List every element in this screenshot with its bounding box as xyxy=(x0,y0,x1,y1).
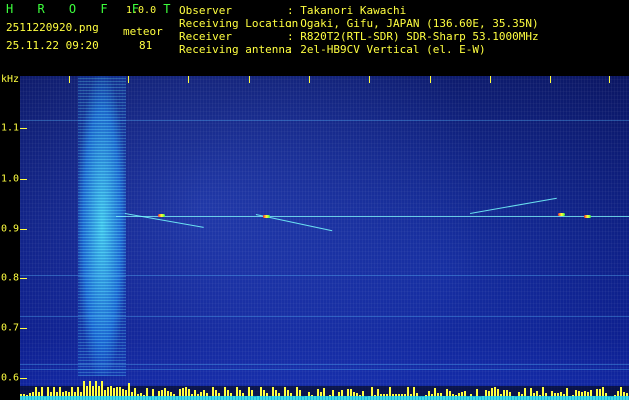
y-tick: 0.9 xyxy=(1,223,20,235)
y-grid-tick xyxy=(20,128,27,129)
background-line xyxy=(20,316,629,317)
x-grid-tick xyxy=(550,76,551,83)
noise-burst xyxy=(78,76,126,376)
x-grid-tick xyxy=(128,76,129,83)
location-label: Receiving Location xyxy=(179,17,299,30)
datetime: 25.11.22 09:20 xyxy=(6,39,99,52)
x-grid-tick xyxy=(309,76,310,83)
y-grid-tick xyxy=(20,229,27,230)
y-unit: kHz xyxy=(1,74,20,85)
background-line xyxy=(20,369,629,370)
y-tick: 1.1 xyxy=(1,122,20,134)
x-grid-tick xyxy=(188,76,189,83)
receiver-label: Receiver xyxy=(179,30,232,43)
carrier-line xyxy=(116,216,629,217)
y-tick: 0.8 xyxy=(1,272,20,284)
antenna-value: : 2el-HB9CV Vertical (el. E-W) xyxy=(287,43,486,56)
mode-label: meteor xyxy=(123,25,163,38)
observer-value: : Takanori Kawachi xyxy=(287,4,407,17)
y-grid-tick xyxy=(20,179,27,180)
amplitude-baseline xyxy=(20,396,629,400)
background-line xyxy=(20,364,629,365)
meteor-hit xyxy=(158,214,165,217)
x-grid-tick xyxy=(369,76,370,83)
meteor-hit xyxy=(558,213,565,216)
meteor-hit xyxy=(263,215,270,218)
y-tick: 1.0 xyxy=(1,173,20,185)
y-grid-tick xyxy=(20,278,27,279)
observer-label: Observer xyxy=(179,4,232,17)
y-tick: 0.7 xyxy=(1,322,20,334)
app-version: 1.0.0 xyxy=(126,5,157,16)
x-grid-tick xyxy=(490,76,491,83)
x-grid-tick xyxy=(430,76,431,83)
background-line xyxy=(20,120,629,121)
file-name: 2511220920.png xyxy=(6,21,99,34)
hroff-screen: H R O F F T 1.0.0 2511220920.png meteor … xyxy=(0,0,629,400)
receiver-value: : R820T2(RTL-SDR) SDR-Sharp 53.1000MHz xyxy=(287,30,539,43)
header: H R O F F T 1.0.0 2511220920.png meteor … xyxy=(0,0,629,76)
meteor-count: 81 xyxy=(139,39,153,52)
antenna-label: Receiving antenna xyxy=(179,43,292,56)
meteor-hit xyxy=(584,215,591,218)
y-grid-tick xyxy=(20,328,27,329)
spectrogram xyxy=(20,76,629,400)
location-value: : Ogaki, Gifu, JAPAN (136.60E, 35.35N) xyxy=(287,17,539,30)
background-line xyxy=(20,275,629,276)
y-tick: 0.6 xyxy=(1,372,20,384)
meteor-trail xyxy=(470,197,557,214)
x-grid-tick xyxy=(69,76,70,83)
x-grid-tick xyxy=(609,76,610,83)
x-grid-tick xyxy=(249,76,250,83)
